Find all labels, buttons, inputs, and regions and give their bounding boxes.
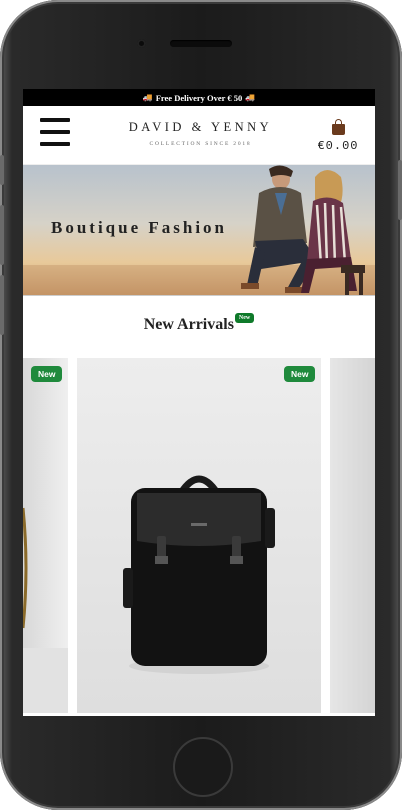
cart-button[interactable]: €0.00	[315, 119, 361, 153]
new-arrivals-header: New Arrivals New	[23, 296, 375, 358]
product-carousel[interactable]: New New	[23, 358, 375, 716]
promo-text: Free Delivery Over € 50	[155, 92, 243, 103]
product-card[interactable]: New	[77, 358, 321, 713]
promo-bar: 🚚 Free Delivery Over € 50 🚚	[23, 89, 375, 106]
phone-frame: 🚚 Free Delivery Over € 50 🚚 DAVID & YENN…	[0, 0, 402, 810]
brand-name: DAVID & YENNY	[128, 120, 273, 134]
front-camera	[137, 39, 146, 48]
power-button	[398, 160, 402, 220]
banner-title: Boutique Fashion	[51, 218, 228, 237]
app-screen: 🚚 Free Delivery Over € 50 🚚 DAVID & YENN…	[23, 89, 375, 716]
home-button[interactable]	[173, 737, 233, 797]
product-image	[123, 475, 275, 674]
new-badge: New	[284, 366, 316, 382]
product-card[interactable]: New	[23, 358, 68, 713]
earpiece-speaker	[170, 40, 232, 47]
product-image	[23, 507, 68, 713]
product-image	[330, 358, 375, 713]
truck-icon: 🚚	[142, 93, 153, 102]
menu-icon[interactable]	[40, 118, 70, 146]
cart-total: €0.00	[317, 139, 359, 153]
shopping-bag-icon	[331, 119, 345, 135]
volume-down-button	[0, 275, 4, 335]
section-title: New Arrivals	[143, 316, 234, 333]
site-header: DAVID & YENNY COLLECTION SINCE 2018 €0.0…	[23, 106, 375, 165]
brand-logo[interactable]: DAVID & YENNY COLLECTION SINCE 2018	[113, 120, 288, 147]
truck-icon: 🚚	[245, 93, 256, 102]
hero-banner[interactable]: Boutique Fashion	[23, 165, 375, 296]
mute-switch	[0, 155, 4, 185]
volume-up-button	[0, 205, 4, 265]
brand-subtitle: COLLECTION SINCE 2018	[149, 141, 252, 147]
new-badge: New	[31, 366, 63, 382]
section-new-badge: New	[234, 313, 255, 323]
product-card[interactable]	[330, 358, 375, 713]
